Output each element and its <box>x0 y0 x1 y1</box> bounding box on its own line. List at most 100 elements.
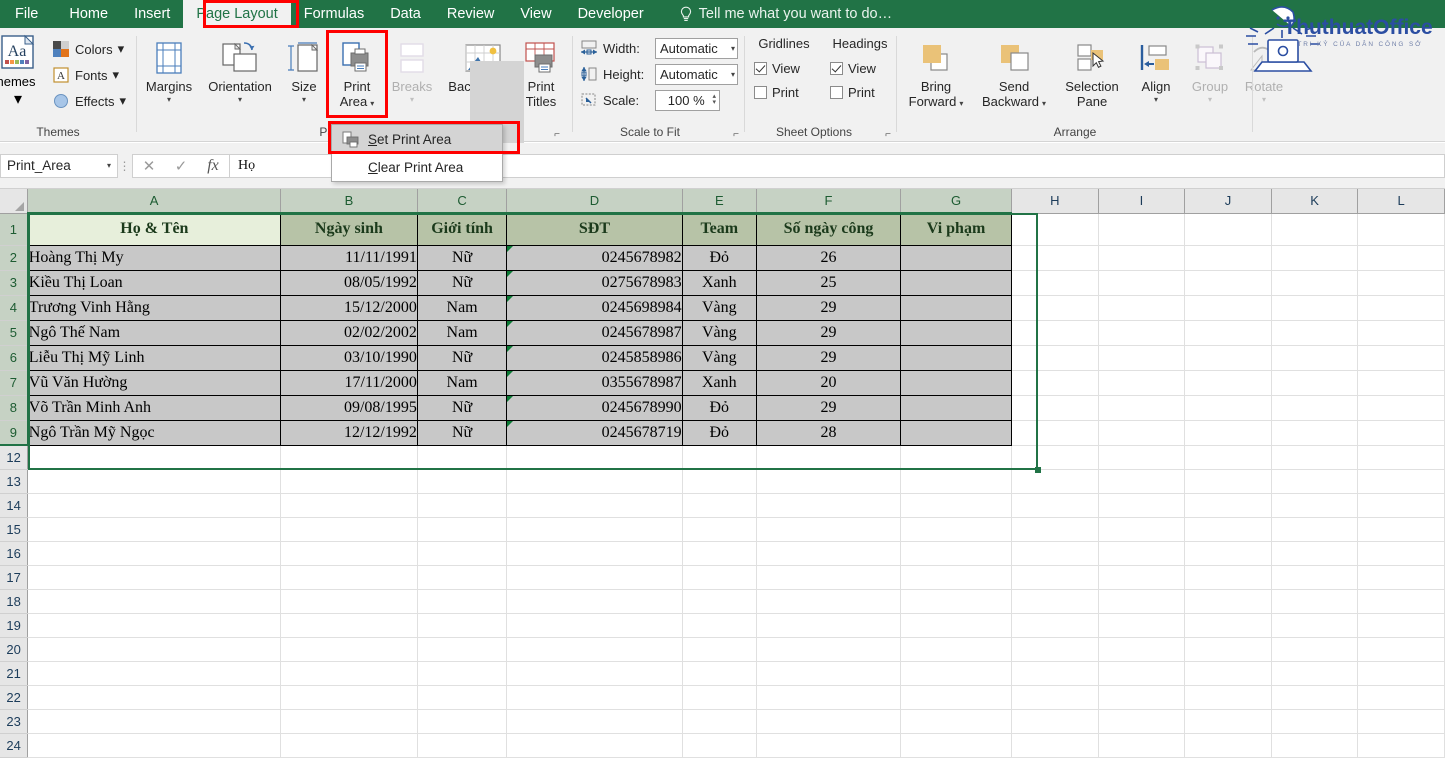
cell-C18[interactable] <box>417 589 507 613</box>
cell-G17[interactable] <box>900 565 1011 589</box>
cell-H8[interactable] <box>1012 395 1099 420</box>
cell-A23[interactable] <box>28 709 281 733</box>
cell-I3[interactable] <box>1098 270 1185 295</box>
fonts-caret-icon[interactable]: ▾ <box>113 67 120 83</box>
cell-A16[interactable] <box>28 541 281 565</box>
cell-E18[interactable] <box>682 589 756 613</box>
themes-button[interactable]: Aa hemes ▾ <box>0 32 44 109</box>
checkbox-checked-icon[interactable] <box>830 62 843 75</box>
cell-D23[interactable] <box>507 709 682 733</box>
cell-J22[interactable] <box>1185 685 1272 709</box>
cell-H6[interactable] <box>1012 345 1099 370</box>
cell-E12[interactable] <box>682 445 756 469</box>
cell-H16[interactable] <box>1012 541 1099 565</box>
cell-G24[interactable] <box>900 733 1011 757</box>
cell-K6[interactable] <box>1271 345 1358 370</box>
row-header-21[interactable]: 21 <box>0 661 28 685</box>
cell-K21[interactable] <box>1271 661 1358 685</box>
cell-H23[interactable] <box>1012 709 1099 733</box>
cell-F13[interactable] <box>756 469 900 493</box>
cell-B17[interactable] <box>280 565 417 589</box>
send-backward-caret-icon[interactable]: ▾ <box>1042 99 1046 108</box>
chevron-down-icon[interactable]: ▾ <box>731 44 735 53</box>
cell-G8[interactable] <box>900 395 1011 420</box>
cell-F17[interactable] <box>756 565 900 589</box>
cell-K4[interactable] <box>1271 295 1358 320</box>
cell-D4[interactable]: 0245698984 <box>507 295 682 320</box>
cell-L19[interactable] <box>1358 613 1445 637</box>
cell-B13[interactable] <box>280 469 417 493</box>
cell-K13[interactable] <box>1271 469 1358 493</box>
cell-J6[interactable] <box>1185 345 1272 370</box>
row-header-5[interactable]: 5 <box>0 320 28 345</box>
cell-J4[interactable] <box>1185 295 1272 320</box>
cell-G14[interactable] <box>900 493 1011 517</box>
cell-D19[interactable] <box>507 613 682 637</box>
cell-F9[interactable]: 28 <box>756 420 900 445</box>
cell-H13[interactable] <box>1012 469 1099 493</box>
cell-H21[interactable] <box>1012 661 1099 685</box>
cell-B23[interactable] <box>280 709 417 733</box>
cell-J19[interactable] <box>1185 613 1272 637</box>
cell-C12[interactable] <box>417 445 507 469</box>
cell-F5[interactable]: 29 <box>756 320 900 345</box>
cell-B22[interactable] <box>280 685 417 709</box>
cell-E8[interactable]: Đỏ <box>682 395 756 420</box>
row-header-7[interactable]: 7 <box>0 370 28 395</box>
align-caret-icon[interactable]: ▾ <box>1154 95 1158 104</box>
cell-A2[interactable]: Hoàng Thị My <box>28 245 281 270</box>
cell-K12[interactable] <box>1271 445 1358 469</box>
cell-L12[interactable] <box>1358 445 1445 469</box>
cell-I19[interactable] <box>1098 613 1185 637</box>
cell-E15[interactable] <box>682 517 756 541</box>
row-header-2[interactable]: 2 <box>0 245 28 270</box>
cell-C22[interactable] <box>417 685 507 709</box>
row-header-12[interactable]: 12 <box>0 445 28 469</box>
cell-G15[interactable] <box>900 517 1011 541</box>
cell-C21[interactable] <box>417 661 507 685</box>
cell-K20[interactable] <box>1271 637 1358 661</box>
cell-E17[interactable] <box>682 565 756 589</box>
cell-E21[interactable] <box>682 661 756 685</box>
cell-A6[interactable]: Liễu Thị Mỹ Linh <box>28 345 281 370</box>
cell-B9[interactable]: 12/12/1992 <box>280 420 417 445</box>
cell-H14[interactable] <box>1012 493 1099 517</box>
row-header-19[interactable]: 19 <box>0 613 28 637</box>
cell-C16[interactable] <box>417 541 507 565</box>
cell-K17[interactable] <box>1271 565 1358 589</box>
cell-K18[interactable] <box>1271 589 1358 613</box>
cell-E20[interactable] <box>682 637 756 661</box>
cell-H19[interactable] <box>1012 613 1099 637</box>
selection-fill-handle[interactable] <box>1035 467 1041 473</box>
cell-E6[interactable]: Vàng <box>682 345 756 370</box>
tell-me-box[interactable]: Tell me what you want to do… <box>679 6 892 23</box>
cell-D3[interactable]: 0275678983 <box>507 270 682 295</box>
cell-K7[interactable] <box>1271 370 1358 395</box>
row-header-14[interactable]: 14 <box>0 493 28 517</box>
cell-D14[interactable] <box>507 493 682 517</box>
size-button[interactable]: Size ▾ <box>282 32 326 104</box>
scale-to-fit-dialog-launcher[interactable]: ⌐ <box>733 129 739 140</box>
cell-A22[interactable] <box>28 685 281 709</box>
row-header-1[interactable]: 1 <box>0 213 28 245</box>
cell-B3[interactable]: 08/05/1992 <box>280 270 417 295</box>
scale-spinner[interactable]: 100 % ▴▾ <box>655 90 720 111</box>
cell-H20[interactable] <box>1012 637 1099 661</box>
cell-K9[interactable] <box>1271 420 1358 445</box>
chevron-down-icon[interactable]: ▾ <box>731 70 735 79</box>
cell-L16[interactable] <box>1358 541 1445 565</box>
cell-B15[interactable] <box>280 517 417 541</box>
cell-C13[interactable] <box>417 469 507 493</box>
tab-review[interactable]: Review <box>434 0 508 28</box>
cell-D21[interactable] <box>507 661 682 685</box>
cell-E1[interactable]: Team <box>682 213 756 245</box>
cell-F7[interactable]: 20 <box>756 370 900 395</box>
cell-J9[interactable] <box>1185 420 1272 445</box>
cell-G3[interactable] <box>900 270 1011 295</box>
cell-J14[interactable] <box>1185 493 1272 517</box>
cell-L3[interactable] <box>1358 270 1445 295</box>
cell-G22[interactable] <box>900 685 1011 709</box>
cell-A17[interactable] <box>28 565 281 589</box>
cell-C1[interactable]: Giới tính <box>417 213 507 245</box>
cell-E7[interactable]: Xanh <box>682 370 756 395</box>
